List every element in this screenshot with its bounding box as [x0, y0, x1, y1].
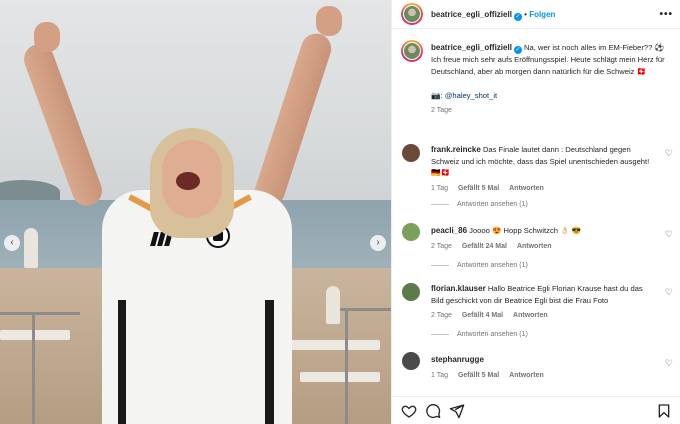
comment-likes[interactable]: Gefällt 4 Mal	[462, 312, 503, 319]
verified-icon: ✓	[513, 46, 522, 54]
heart-icon[interactable]: ♡	[665, 358, 673, 369]
caption-time[interactable]: 2 Tage	[431, 105, 667, 117]
photo-railing	[345, 308, 348, 424]
divider	[431, 265, 449, 266]
post-details-panel: beatrice_egli_offiziell ✓ • Folgen ••• be…	[391, 0, 680, 424]
caption-avatar[interactable]	[401, 40, 423, 62]
view-replies-label: Antworten ansehen (1)	[457, 262, 528, 269]
comment-likes[interactable]: Gefällt 5 Mal	[458, 185, 499, 192]
photo-lounger	[0, 330, 70, 340]
action-bar	[392, 396, 680, 424]
post-header: beatrice_egli_offiziell ✓ • Folgen •••	[392, 0, 680, 29]
comment-username[interactable]: frank.reincke	[431, 145, 481, 154]
photo-jersey-stripe	[265, 300, 274, 424]
comment-likes[interactable]: Gefällt 5 Mal	[458, 372, 499, 379]
photo-hill	[0, 180, 60, 202]
photo-hand-right	[316, 6, 342, 36]
follow-button[interactable]: Folgen	[529, 10, 555, 19]
comment-time[interactable]: 2 Tage	[431, 312, 452, 319]
more-options-icon[interactable]: •••	[659, 9, 673, 20]
photo-umbrella	[326, 286, 340, 324]
comment-username[interactable]: peacli_86	[431, 226, 467, 235]
caption-line2: Ich freue mich sehr aufs Eröffnungsspiel…	[431, 55, 665, 76]
heart-icon[interactable]: ♡	[665, 287, 673, 298]
comment-avatar[interactable]	[402, 352, 420, 370]
comment-reply-button[interactable]: Antworten	[513, 312, 548, 319]
comment-username[interactable]: stephanrugge	[431, 355, 484, 364]
comment-likes[interactable]: Gefällt 24 Mal	[462, 243, 507, 250]
comment-time[interactable]: 1 Tag	[431, 185, 448, 192]
view-replies-label: Antworten ansehen (1)	[457, 331, 528, 338]
comment-avatar[interactable]	[402, 283, 420, 301]
photo-railing	[32, 312, 35, 424]
caption-mention-link[interactable]: @haley_shot_it	[445, 91, 497, 100]
view-replies-button[interactable]: Antworten ansehen (1)	[431, 201, 528, 208]
header-username[interactable]: beatrice_egli_offiziell	[431, 10, 512, 19]
photo-umbrella	[24, 228, 38, 268]
photo-lounger	[290, 340, 380, 350]
photo-hand-left	[34, 22, 60, 52]
post-image[interactable]: ‹ ›	[0, 0, 391, 424]
caption-username[interactable]: beatrice_egli_offiziell	[431, 43, 512, 52]
photo-jersey-stripe	[118, 300, 126, 424]
comment-text: Joooo 😍 Hopp Schwitzch 👌🏻 😎	[469, 226, 582, 235]
divider	[431, 204, 449, 205]
comment-reply-button[interactable]: Antworten	[509, 372, 544, 379]
heart-icon[interactable]	[401, 403, 417, 419]
comment-icon[interactable]	[425, 403, 441, 419]
comment-reply-button[interactable]: Antworten	[509, 185, 544, 192]
caption-credit-prefix: 📷:	[431, 91, 445, 100]
previous-image-button[interactable]: ‹	[4, 235, 20, 251]
caption-line1: Na, wer ist noch alles im EM-Fieber?? ⚽	[524, 43, 664, 52]
photo-mouth	[176, 172, 200, 190]
comment-reply-button[interactable]: Antworten	[517, 243, 552, 250]
comment-time[interactable]: 1 Tag	[431, 372, 448, 379]
heart-icon[interactable]: ♡	[665, 229, 673, 240]
divider	[431, 334, 449, 335]
comment-avatar[interactable]	[402, 223, 420, 241]
heart-icon[interactable]: ♡	[665, 148, 673, 159]
view-replies-button[interactable]: Antworten ansehen (1)	[431, 331, 528, 338]
avatar[interactable]	[401, 3, 423, 25]
comments-scroll-area[interactable]: beatrice_egli_offiziell ✓ Na, wer ist noc…	[392, 30, 680, 394]
photo-railing	[0, 312, 80, 315]
comment-time[interactable]: 2 Tage	[431, 243, 452, 250]
photo-lounger	[300, 372, 380, 382]
comment-username[interactable]: florian.klauser	[431, 284, 486, 293]
bookmark-icon[interactable]	[656, 403, 672, 419]
verified-icon: ✓	[513, 13, 522, 21]
share-icon[interactable]	[449, 403, 465, 419]
chevron-right-icon: ›	[376, 237, 380, 248]
view-replies-button[interactable]: Antworten ansehen (1)	[431, 262, 528, 269]
view-replies-label: Antworten ansehen (1)	[457, 201, 528, 208]
next-image-button[interactable]: ›	[370, 235, 386, 251]
caption: beatrice_egli_offiziell ✓ Na, wer ist noc…	[431, 42, 667, 117]
chevron-left-icon: ‹	[10, 237, 14, 248]
comment-avatar[interactable]	[402, 144, 420, 162]
